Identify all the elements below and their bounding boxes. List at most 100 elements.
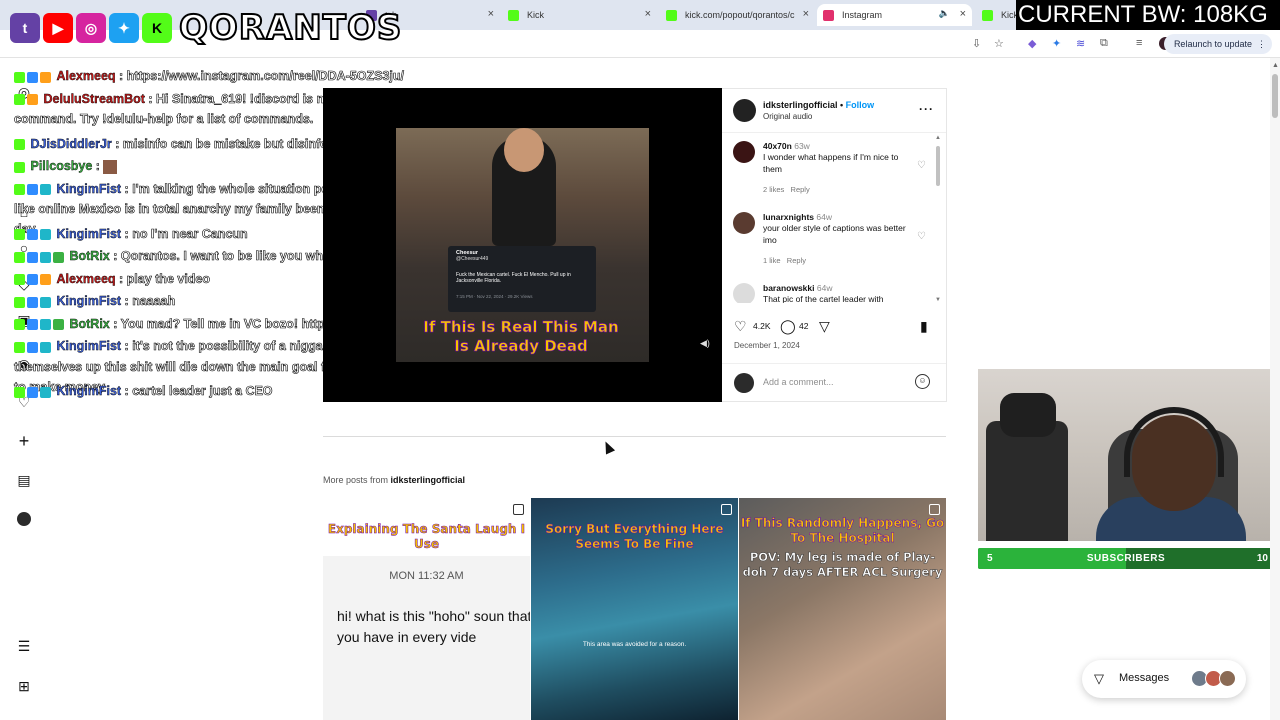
- reel-icon: [929, 504, 940, 515]
- chat-username: BotRix: [69, 316, 110, 331]
- dashboard-icon[interactable]: ▤: [16, 472, 32, 488]
- page-scrollbar[interactable]: ▲: [1270, 58, 1280, 720]
- commenter-username[interactable]: baranowskki: [763, 283, 815, 293]
- extension-icon[interactable]: ≋: [1076, 37, 1085, 50]
- profile-avatar[interactable]: [17, 512, 31, 526]
- follow-button[interactable]: Follow: [846, 100, 875, 110]
- add-comment-input[interactable]: Add a comment...: [763, 377, 834, 387]
- create-plus-icon[interactable]: +: [16, 432, 32, 450]
- comment-like-heart-icon[interactable]: ♡: [917, 160, 926, 171]
- chat-username: KingimFist: [56, 384, 122, 398]
- more-post-thumbnail[interactable]: If This Randomly Happens, Go To The Hosp…: [739, 498, 946, 720]
- screen: tch × Kick × kick.com/popout/qorantos/ch…: [0, 0, 1280, 720]
- also-from-meta-icon[interactable]: ⊞: [16, 678, 32, 694]
- chat-text: https://www.instagram.com/reel/DDA-5OZS3…: [126, 69, 405, 84]
- extensions-puzzle-icon[interactable]: ⧉: [1100, 37, 1108, 50]
- install-icon[interactable]: ⇩: [972, 37, 981, 50]
- tweet-body: Fuck the Mexican cartel. Fuck El Mencho.…: [456, 272, 571, 284]
- share-icon[interactable]: ▽: [819, 318, 830, 335]
- chat-username: KingimFist: [56, 226, 122, 241]
- comment-likes[interactable]: 2 likes: [763, 185, 784, 194]
- webcam-chair: [986, 421, 1068, 541]
- reply-link[interactable]: Reply: [791, 185, 810, 194]
- extension-icon[interactable]: ✦: [1052, 37, 1061, 50]
- scroll-up-arrow-icon[interactable]: ▲: [1272, 62, 1279, 69]
- commenter-username[interactable]: lunarxnights: [763, 212, 814, 222]
- author-avatar[interactable]: [733, 99, 756, 122]
- more-options-icon[interactable]: ···: [919, 102, 934, 116]
- tab-instagram[interactable]: Instagram 🔈 ×: [817, 4, 972, 26]
- thumbnail-subcaption: POV: My leg is made of Play-doh 7 days A…: [742, 550, 943, 580]
- extension-icon[interactable]: ◆: [1028, 37, 1036, 50]
- subscriber-label: SUBSCRIBERS: [1086, 553, 1166, 564]
- post-video[interactable]: Cheesur @Cheesur449 Fuck the Mexican car…: [323, 88, 722, 402]
- scroll-up-arrow-icon[interactable]: ▲: [935, 135, 941, 141]
- tab-close-icon[interactable]: ×: [645, 8, 651, 20]
- comments-scrollbar-thumb[interactable]: [936, 146, 940, 186]
- thumbnail-chat-time: MON 11:32 AM: [389, 570, 464, 582]
- comment-like-heart-icon[interactable]: ♡: [917, 231, 926, 242]
- emoji-icon[interactable]: ☺: [915, 374, 930, 389]
- original-audio-link[interactable]: Original audio: [763, 112, 812, 121]
- commenter-avatar[interactable]: [733, 141, 755, 163]
- relaunch-label: Relaunch to update: [1173, 39, 1252, 49]
- save-bookmark-icon[interactable]: ▮: [920, 318, 928, 335]
- thumbnail-caption: Explaining The Santa Laugh I Use: [327, 522, 526, 552]
- comments-list: 40x70n 63w I wonder what happens if I'm …: [722, 133, 946, 303]
- like-count[interactable]: 4.2K: [753, 321, 771, 331]
- chat-message: Alexmeeq : https://www.instagram.com/ree…: [14, 66, 434, 89]
- scroll-down-arrow-icon[interactable]: ▼: [935, 297, 941, 303]
- section-divider: [323, 436, 946, 437]
- twitter-icon: ✦: [109, 13, 139, 43]
- mouse-cursor: [600, 439, 616, 455]
- chat-username: KingimFist: [56, 294, 122, 308]
- bookmark-star-icon[interactable]: ☆: [994, 37, 1004, 50]
- like-heart-icon[interactable]: ♡: [734, 318, 747, 335]
- messages-label: Messages: [1119, 672, 1170, 684]
- more-posts-author[interactable]: idksterlingofficial: [391, 475, 466, 485]
- mute-icon[interactable]: ◀): [700, 338, 710, 348]
- chat-badges: [14, 67, 53, 87]
- comment-header: 40x70n 63w: [763, 141, 810, 151]
- messages-button[interactable]: ▽ Messages: [1082, 660, 1246, 698]
- more-post-thumbnail[interactable]: Explaining The Santa Laugh I Use MON 11:…: [323, 498, 530, 720]
- kick-tab-icon: [666, 9, 677, 21]
- comment-icon[interactable]: ◯: [780, 318, 796, 335]
- comment-likes[interactable]: 1 like: [763, 256, 781, 265]
- thumbnail-chat-message: hi! what is this "hoho" soun that you ha…: [337, 608, 530, 645]
- tab-close-icon[interactable]: ×: [803, 8, 809, 20]
- tab-label: Kick: [527, 10, 545, 20]
- author-username[interactable]: idksterlingofficial: [763, 100, 838, 110]
- chat-username: Pillcosbye: [30, 159, 93, 173]
- media-controls-icon[interactable]: ≡: [1136, 37, 1142, 49]
- reply-link[interactable]: Reply: [787, 256, 806, 265]
- tweet-meta: 7:15 PM · Nov 22, 2024 · 29.2K Views: [456, 294, 533, 299]
- tab-kick-popout[interactable]: kick.com/popout/qorantos/cha ×: [660, 4, 815, 26]
- chat-username: Alexmeeq: [56, 271, 116, 286]
- tab-kick-2[interactable]: Kick: [976, 4, 1016, 26]
- tab-kick[interactable]: Kick ×: [502, 4, 657, 26]
- thumbnail-label: This area was avoided for a reason.: [582, 641, 687, 648]
- more-menu-icon[interactable]: ☰: [16, 638, 32, 654]
- kick-tab-icon: [508, 9, 519, 21]
- thumbnail-caption: If This Randomly Happens, Go To The Hosp…: [740, 516, 945, 546]
- webcam-feed: [978, 369, 1280, 541]
- speaker-icon[interactable]: 🔈: [939, 8, 950, 19]
- commenter-avatar[interactable]: [733, 283, 755, 303]
- youtube-icon: ▶: [43, 13, 73, 43]
- commenter-avatar[interactable]: [733, 212, 755, 234]
- menu-dots-icon: ⋮: [1257, 39, 1266, 49]
- reel-icon: [513, 504, 524, 515]
- chat-username: DeluluStreamBot: [43, 91, 145, 106]
- comment-text: your older style of captions was better …: [763, 223, 906, 245]
- chat-text: no I'm near Cancun: [132, 226, 248, 241]
- stream-logo: t ▶ ◎ ✦ K QORANTOS: [10, 7, 402, 49]
- page-scrollbar-thumb[interactable]: [1272, 74, 1278, 118]
- relaunch-button[interactable]: Relaunch to update ⋮: [1163, 34, 1272, 54]
- comment-time: 63w: [794, 141, 810, 151]
- chat-username: DJisDiddlerJr: [30, 136, 112, 151]
- more-post-thumbnail[interactable]: Sorry But Everything Here Seems To Be Fi…: [531, 498, 738, 720]
- tab-close-icon[interactable]: ×: [960, 8, 966, 20]
- tab-close-icon[interactable]: ×: [488, 8, 494, 20]
- commenter-username[interactable]: 40x70n: [763, 141, 792, 151]
